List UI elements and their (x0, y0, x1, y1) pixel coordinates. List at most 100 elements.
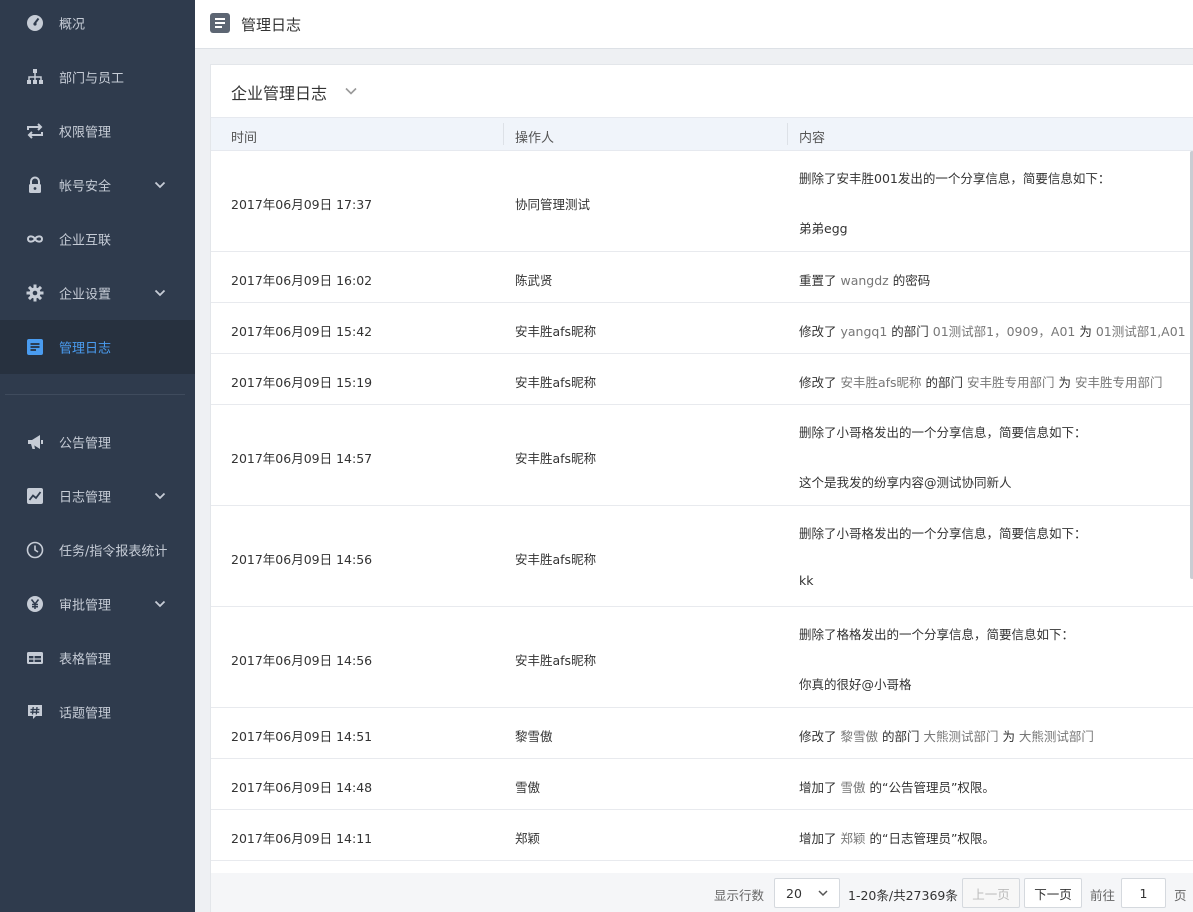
content-text: 修改了 (799, 729, 841, 744)
document-icon (26, 338, 44, 356)
cell-operator: 安丰胜afs昵称 (515, 324, 597, 339)
content-text: 修改了 (799, 324, 841, 339)
content-target: 黎雪傲 (840, 729, 878, 744)
cell-content: 增加了 郑颖 的“日志管理员”权限。 (799, 828, 995, 847)
sidebar-divider (5, 394, 185, 395)
clock-icon (26, 541, 44, 559)
top-header: 管理日志 (195, 0, 1193, 49)
cell-operator: 安丰胜afs昵称 (515, 552, 597, 567)
chevron-down-icon[interactable] (344, 84, 358, 98)
cell-content-detail: 你真的很好@小哥格 (799, 677, 912, 692)
sidebar-item-0[interactable]: 概况 (0, 0, 195, 46)
next-page-button[interactable]: 下一页 (1024, 878, 1082, 908)
table-icon (26, 649, 44, 667)
prev-page-button[interactable]: 上一页 (962, 878, 1020, 908)
sidebar-item-11[interactable]: 表格管理 (0, 631, 195, 685)
sidebar-item-label: 企业设置 (59, 287, 112, 303)
cell-operator: 陈武贤 (515, 273, 553, 288)
page-size-select[interactable]: 20 (774, 878, 840, 908)
cell-time: 2017年06月09日 14:57 (231, 451, 373, 466)
content-target: 雪傲 (840, 780, 866, 795)
sidebar-item-3[interactable]: 帐号安全 (0, 158, 195, 212)
content-target: 安丰胜afs昵称 (840, 375, 922, 390)
sidebar-item-1[interactable]: 部门与员工 (0, 50, 195, 104)
sidebar-item-label: 表格管理 (59, 652, 112, 668)
sidebar-item-label: 帐号安全 (59, 179, 112, 195)
content-text: 删除了格格发出的一个分享信息，简要信息如下： (799, 627, 1075, 642)
sidebar-item-10[interactable]: 审批管理 (0, 577, 195, 631)
sidebar-item-6[interactable]: 管理日志 (0, 320, 195, 374)
page-size-value: 20 (786, 886, 802, 901)
content-target: 大熊测试部门 (1018, 729, 1094, 744)
table-row: 2017年06月09日 14:56 安丰胜afs昵称 删除了格格发出的一个分享信息，… (211, 607, 1193, 708)
cell-operator: 协同管理测试 (515, 197, 591, 212)
content-text: 增加了 (799, 780, 841, 795)
content-text: 为 (1054, 375, 1075, 390)
cell-time: 2017年06月09日 14:56 (231, 653, 373, 668)
sidebar-item-5[interactable]: 企业设置 (0, 266, 195, 320)
table-row: 2017年06月09日 15:19 安丰胜afs昵称 修改了 安丰胜afs昵称 的部… (211, 354, 1193, 405)
rows-per-page-label: 显示行数 (714, 888, 765, 903)
cell-time: 2017年06月09日 14:56 (231, 552, 373, 567)
cell-content-detail: 这个是我发的纷享内容@测试协同新人 (799, 475, 1012, 490)
cell-time: 2017年06月09日 14:11 (231, 831, 373, 846)
chevron-down-icon[interactable] (153, 178, 167, 192)
content-target: wangdz (840, 273, 889, 288)
content-text: 增加了 (799, 831, 841, 846)
column-header-content: 内容 (799, 131, 826, 146)
pagination: 显示行数 20 1-20条/共27369条 上一页 下一页 前往 页 (211, 873, 1193, 912)
record-range-text: 1-20条/共27369条 (848, 888, 958, 903)
lock-icon (26, 176, 44, 194)
content-text: 为 (998, 729, 1019, 744)
sidebar-item-7[interactable]: 公告管理 (0, 415, 195, 469)
table-row: 2017年06月09日 16:02 陈武贤 重置了 wangdz 的密码 (211, 252, 1193, 303)
table-row: 2017年06月09日 14:51 黎雪傲 修改了 黎雪傲 的部门 大熊测试部门 为… (211, 708, 1193, 759)
chart-icon (26, 487, 44, 505)
cell-content: 删除了小哥格发出的一个分享信息，简要信息如下： (799, 523, 1087, 542)
sidebar-item-8[interactable]: 日志管理 (0, 469, 195, 523)
sidebar-item-label: 日志管理 (59, 490, 112, 506)
cell-content-detail: 弟弟egg (799, 221, 848, 236)
content-text: 为 (1075, 324, 1096, 339)
log-card: 企业管理日志 时间 操作人 内容 2017年06月09日 17:37 协同管理测试… (210, 64, 1193, 912)
goto-label: 前往 (1090, 888, 1116, 903)
dashboard-icon (26, 14, 44, 32)
sidebar-item-9[interactable]: 任务/指令报表统计 (0, 523, 195, 577)
content-text: 删除了安丰胜001发出的一个分享信息，简要信息如下： (799, 171, 1111, 186)
infinity-icon (26, 230, 44, 248)
sidebar-item-4[interactable]: 企业互联 (0, 212, 195, 266)
sidebar-item-label: 权限管理 (59, 125, 112, 141)
sidebar-item-label: 任务/指令报表统计 (59, 544, 168, 560)
chevron-down-icon (818, 890, 828, 897)
cell-time: 2017年06月09日 16:02 (231, 273, 373, 288)
cell-time: 2017年06月09日 14:51 (231, 729, 373, 744)
cell-content: 删除了格格发出的一个分享信息，简要信息如下： (799, 624, 1074, 643)
chevron-down-icon[interactable] (153, 489, 167, 503)
chevron-down-icon[interactable] (153, 597, 167, 611)
table-row: 2017年06月09日 14:56 安丰胜afs昵称 删除了小哥格发出的一个分享信息… (211, 506, 1193, 607)
cell-content: 修改了 黎雪傲 的部门 大熊测试部门 为 大熊测试部门 (799, 726, 1094, 745)
table-row: 2017年06月09日 14:57 安丰胜afs昵称 删除了小哥格发出的一个分享信息… (211, 405, 1193, 506)
log-type-dropdown[interactable]: 企业管理日志 (231, 80, 327, 104)
cell-time: 2017年06月09日 15:19 (231, 375, 373, 390)
megaphone-icon (26, 433, 44, 451)
table-row: 2017年06月09日 14:48 雪傲 增加了 雪傲 的“公告管理员”权限。 (211, 759, 1193, 810)
hashtag-icon (26, 703, 44, 721)
cell-content-detail: kk (799, 573, 814, 588)
gear-icon (26, 284, 44, 302)
sidebar-item-label: 企业互联 (59, 233, 112, 249)
content-target: 大熊测试部门 (923, 729, 999, 744)
page-number-input[interactable] (1121, 878, 1166, 908)
table-body: 2017年06月09日 17:37 协同管理测试 删除了安丰胜001发出的一个分享信… (211, 151, 1193, 873)
content-target: 郑颖 (840, 831, 866, 846)
cell-operator: 雪傲 (515, 780, 541, 795)
content-target: 安丰胜专用部门 (967, 375, 1055, 390)
content-text: 的部门 (887, 324, 933, 339)
column-header-operator: 操作人 (515, 131, 555, 146)
chevron-down-icon[interactable] (153, 286, 167, 300)
sidebar-item-12[interactable]: 话题管理 (0, 685, 195, 739)
cell-content: 删除了小哥格发出的一个分享信息，简要信息如下： (799, 422, 1087, 441)
swap-arrows-icon (26, 122, 44, 140)
sidebar-item-2[interactable]: 权限管理 (0, 104, 195, 158)
sidebar-item-label: 部门与员工 (59, 71, 125, 87)
